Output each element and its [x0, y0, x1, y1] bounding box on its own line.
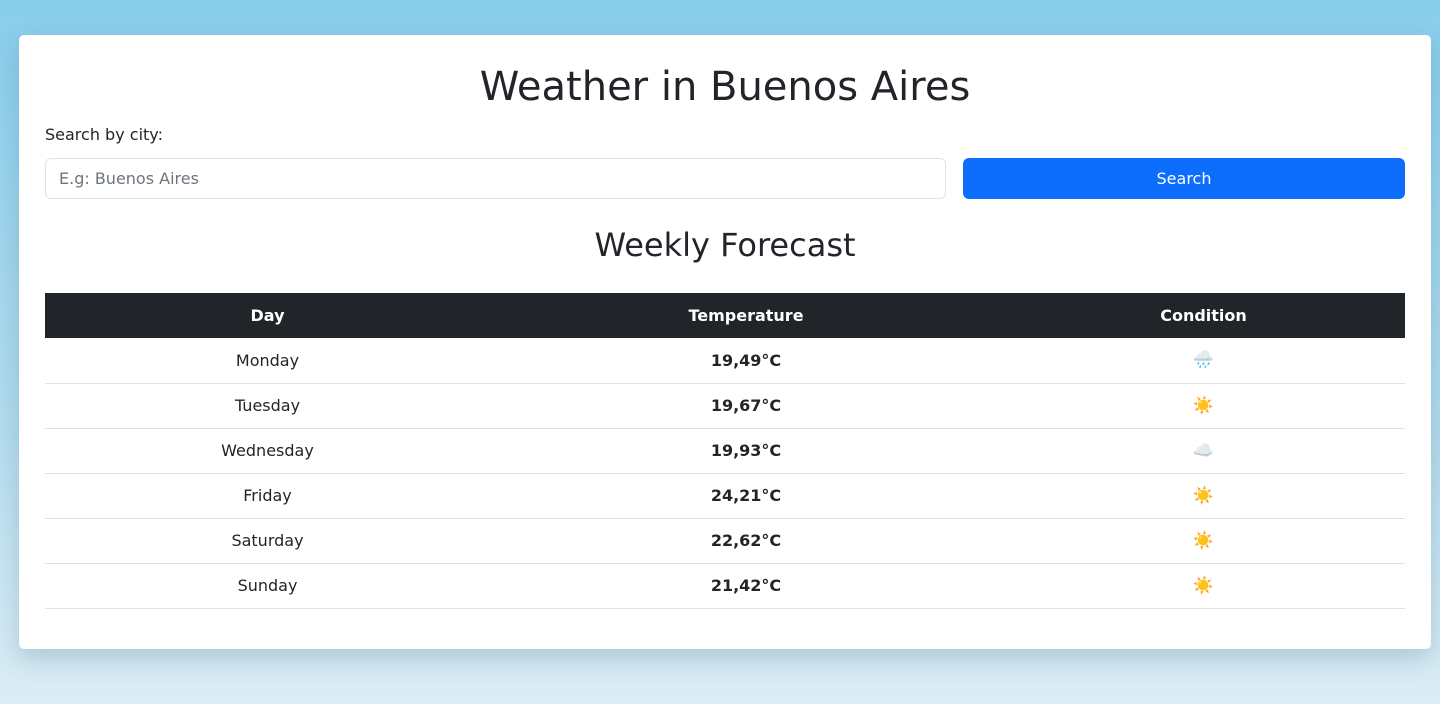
temperature-cell: 19,93°C — [490, 428, 1002, 474]
search-button[interactable]: Search — [963, 158, 1405, 199]
forecast-title: Weekly Forecast — [594, 226, 856, 264]
column-header-temperature: Temperature — [490, 293, 1002, 338]
day-cell: Saturday — [45, 518, 490, 564]
temperature-cell: 19,49°C — [490, 338, 1002, 384]
table-row: Saturday 22,62°C ☀️ — [45, 518, 1405, 564]
temperature-cell: 22,62°C — [490, 518, 1002, 564]
table-row: Wednesday 19,93°C ☁️ — [45, 428, 1405, 474]
rain-icon: 🌧️ — [1002, 338, 1405, 384]
sun-icon: ☀️ — [1002, 383, 1405, 429]
sun-icon: ☀️ — [1002, 518, 1405, 564]
sun-icon: ☀️ — [1002, 563, 1405, 609]
temperature-cell: 21,42°C — [490, 563, 1002, 609]
table-row: Sunday 21,42°C ☀️ — [45, 563, 1405, 609]
forecast-table-header: Day Temperature Condition — [45, 293, 1405, 338]
day-cell: Monday — [45, 338, 490, 384]
column-header-day: Day — [45, 293, 490, 338]
day-cell: Wednesday — [45, 428, 490, 474]
day-cell: Friday — [45, 473, 490, 519]
column-header-condition: Condition — [1002, 293, 1405, 338]
table-row: Monday 19,49°C 🌧️ — [45, 338, 1405, 384]
day-cell: Tuesday — [45, 383, 490, 429]
sun-icon: ☀️ — [1002, 473, 1405, 519]
page-title: Weather in Buenos Aires — [479, 64, 971, 110]
weather-card: Weather in Buenos Aires Search by city: … — [19, 35, 1431, 649]
search-input[interactable] — [45, 158, 946, 199]
table-row: Tuesday 19,67°C ☀️ — [45, 383, 1405, 429]
temperature-cell: 24,21°C — [490, 473, 1002, 519]
cloud-icon: ☁️ — [1002, 428, 1405, 474]
day-cell: Sunday — [45, 563, 490, 609]
temperature-cell: 19,67°C — [490, 383, 1002, 429]
forecast-table: Day Temperature Condition Monday 19,49°C… — [45, 293, 1405, 609]
table-row: Friday 24,21°C ☀️ — [45, 473, 1405, 519]
search-label: Search by city: — [45, 125, 163, 144]
